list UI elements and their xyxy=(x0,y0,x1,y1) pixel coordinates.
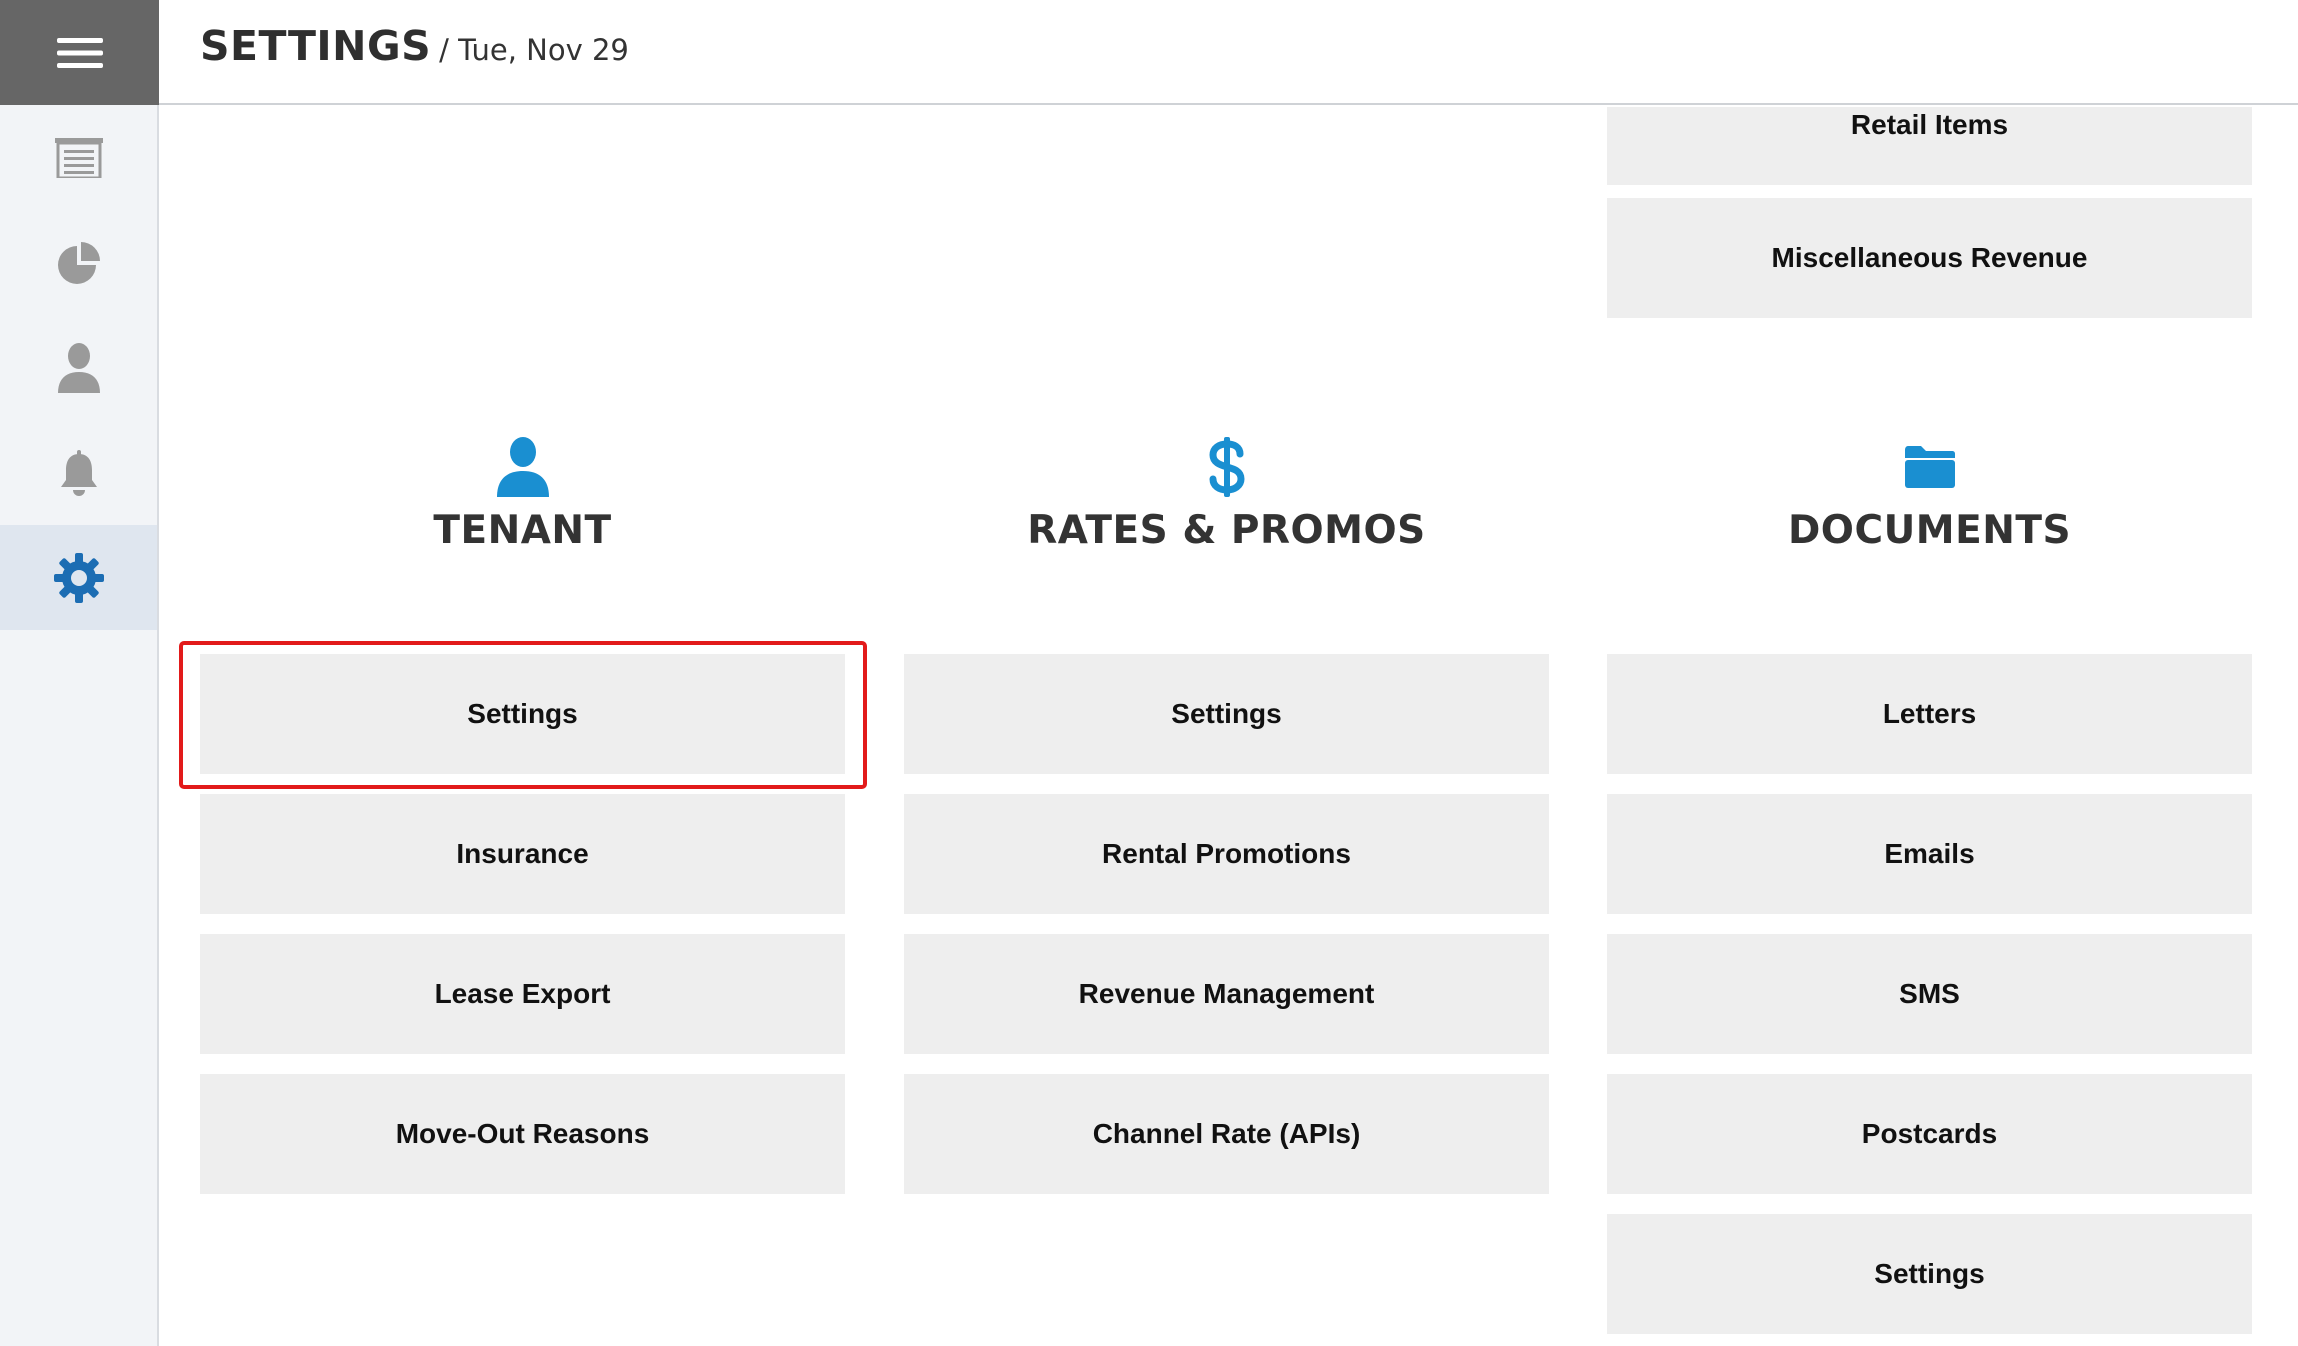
tile-label: Emails xyxy=(1884,838,1975,869)
retail-items-tile[interactable]: Retail Items xyxy=(1607,107,2252,185)
tile-label: Settings xyxy=(1874,1258,1985,1289)
section-title: TENANT xyxy=(433,508,612,553)
hamburger-menu-icon xyxy=(56,37,103,68)
rental-promotions-tile[interactable]: Rental Promotions xyxy=(904,794,1549,914)
storage-units-icon xyxy=(54,137,103,178)
tile-label: Letters xyxy=(1882,698,1977,729)
tile-label: SMS xyxy=(1899,978,1960,1009)
bell-icon xyxy=(60,449,97,496)
rates-settings-tile[interactable]: Settings xyxy=(904,654,1549,774)
documents-section-header: DOCUMENTS xyxy=(1607,432,2252,553)
tile-label: Rental Promotions xyxy=(1102,838,1351,869)
tile-label: Postcards xyxy=(1861,1118,1998,1149)
tile-label: Revenue Management xyxy=(1078,978,1375,1009)
move-out-reasons-tile[interactable]: Move-Out Reasons xyxy=(200,1074,845,1194)
gear-icon xyxy=(53,552,104,603)
tenant-settings-tile[interactable]: Settings xyxy=(200,654,845,774)
page-header: SETTINGS / Tue, Nov 29 xyxy=(159,0,2298,105)
rates-promos-section-header: RATES & PROMOS xyxy=(904,432,1549,553)
pie-chart-icon xyxy=(57,241,100,284)
revenue-management-tile[interactable]: Revenue Management xyxy=(904,934,1549,1054)
tile-label: Insurance xyxy=(456,838,589,869)
tile-label: Settings xyxy=(1171,698,1282,729)
sidebar-item-tenants[interactable] xyxy=(0,315,157,420)
documents-settings-tile[interactable]: Settings xyxy=(1607,1214,2252,1334)
insurance-tile[interactable]: Insurance xyxy=(200,794,845,914)
sidebar-item-reports[interactable] xyxy=(0,210,157,315)
settings-content: Retail Items Miscellaneous Revenue TENAN… xyxy=(159,107,2298,1346)
postcards-tile[interactable]: Postcards xyxy=(1607,1074,2252,1194)
dollar-icon xyxy=(1208,437,1245,497)
tile-label: Channel Rate (APIs) xyxy=(1092,1118,1361,1149)
tile-label: Retail Items xyxy=(1850,109,2009,140)
sidebar-item-units[interactable] xyxy=(0,105,157,210)
user-icon xyxy=(57,342,100,393)
emails-tile[interactable]: Emails xyxy=(1607,794,2252,914)
menu-toggle-button[interactable] xyxy=(0,0,159,105)
section-title: RATES & PROMOS xyxy=(1027,508,1426,553)
sms-tile[interactable]: SMS xyxy=(1607,934,2252,1054)
tile-label: Lease Export xyxy=(434,978,611,1009)
tile-label: Miscellaneous Revenue xyxy=(1771,242,2088,273)
sidebar-item-settings[interactable] xyxy=(0,525,157,630)
tenant-section-header: TENANT xyxy=(200,432,845,553)
page-date: / Tue, Nov 29 xyxy=(439,33,629,67)
miscellaneous-revenue-tile[interactable]: Miscellaneous Revenue xyxy=(1607,198,2252,318)
folder-icon xyxy=(1904,446,1955,488)
lease-export-tile[interactable]: Lease Export xyxy=(200,934,845,1054)
user-icon xyxy=(496,437,549,497)
sidebar xyxy=(0,0,159,1346)
section-title: DOCUMENTS xyxy=(1787,508,2072,553)
sidebar-item-notifications[interactable] xyxy=(0,420,157,525)
channel-rate-apis-tile[interactable]: Channel Rate (APIs) xyxy=(904,1074,1549,1194)
letters-tile[interactable]: Letters xyxy=(1607,654,2252,774)
tile-label: Move-Out Reasons xyxy=(395,1118,650,1149)
page-title: SETTINGS xyxy=(200,22,432,70)
tile-label: Settings xyxy=(467,698,578,729)
